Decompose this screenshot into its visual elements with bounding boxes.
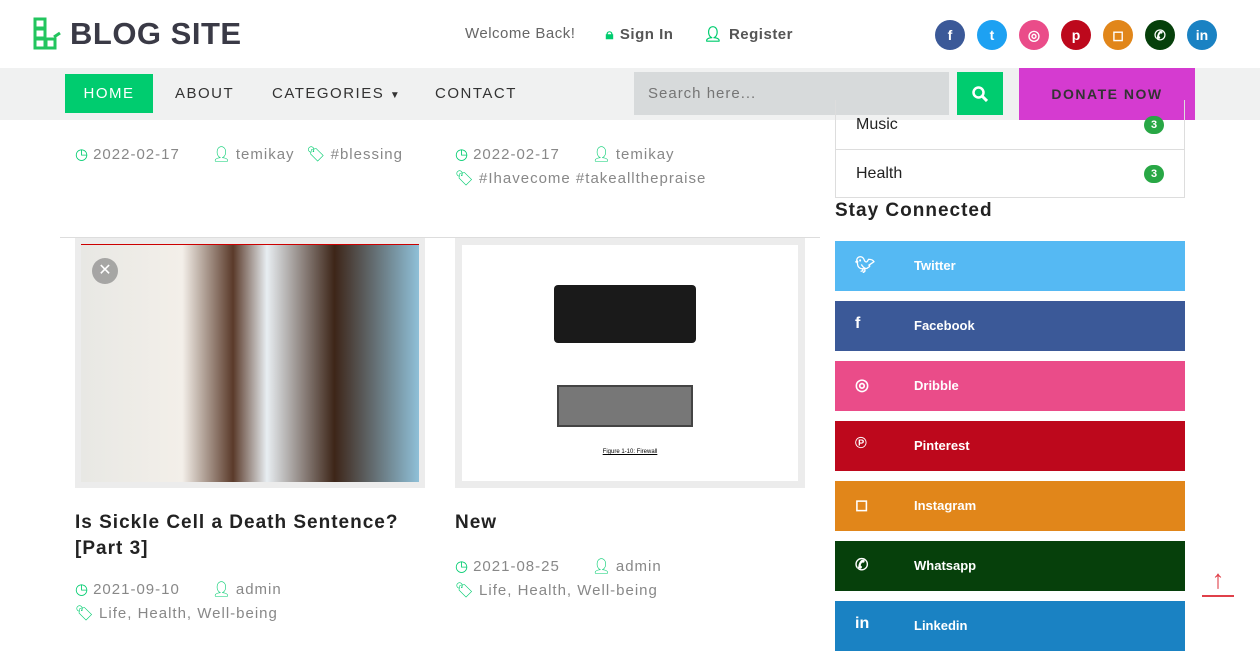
post-tags[interactable]: #blessing (331, 146, 403, 163)
connect-label: Linkedin (914, 618, 968, 633)
dribbble-icon[interactable]: ◎ (1019, 20, 1049, 50)
facebook-icon[interactable]: f (935, 20, 965, 50)
post-tags[interactable]: Life, Health, Well-being (479, 582, 658, 599)
connect-twitter[interactable]: 🐦︎ Twitter (835, 241, 1185, 291)
post-date: 2022-02-17 (473, 145, 560, 163)
clock-icon: ◷ (455, 146, 470, 163)
nav-contact[interactable]: CONTACT (435, 74, 517, 113)
user-icon: 👤︎ (591, 146, 612, 163)
user-icon: 👤︎ (211, 146, 232, 163)
post-author[interactable]: temikay (616, 146, 675, 163)
top-header: BLOG SITE Welcome Back! 🔒︎ Sign In 👤︎ Regi… (0, 0, 1260, 68)
post-author[interactable]: admin (616, 558, 662, 575)
tag-icon: 🏷︎ (306, 146, 327, 163)
arrow-up-icon: ↑ (1211, 564, 1225, 594)
category-music[interactable]: Music (856, 116, 898, 134)
register-link[interactable]: 👤︎ Register (703, 25, 793, 44)
tag-icon: 🏷︎ (455, 582, 476, 599)
connect-facebook[interactable]: f Facebook (835, 301, 1185, 351)
back-to-top-button[interactable]: ↑ (1202, 565, 1234, 597)
connect-whatsapp[interactable]: ✆ Whatsapp (835, 541, 1185, 591)
instagram-icon: ◻ (855, 497, 869, 514)
sign-in-label: Sign In (619, 25, 674, 43)
category-list: Music 3 Health 3 (835, 100, 1185, 198)
post-image[interactable]: Figure 1-10: Firewall (455, 238, 805, 488)
connect-label: Twitter (914, 258, 956, 273)
post-author[interactable]: temikay (236, 146, 295, 163)
post-tags[interactable]: Life, Health, Well-being (99, 605, 278, 622)
lock-icon: 🔒︎ (605, 25, 614, 43)
whatsapp-icon[interactable]: ✆ (1145, 20, 1175, 50)
connect-label: Facebook (914, 318, 975, 333)
connect-linkedin[interactable]: in Linkedin (835, 601, 1185, 651)
user-icon: 👤︎ (211, 581, 232, 598)
connect-label: Dribble (914, 378, 959, 393)
dribble-icon: ◎ (855, 377, 869, 394)
logo[interactable]: BLOG SITE (32, 16, 242, 52)
post-title[interactable]: Is Sickle Cell a Death Sentence? [Part 3… (75, 510, 425, 562)
linkedin-icon[interactable]: in (1187, 20, 1217, 50)
whatsapp-icon: ✆ (855, 557, 869, 574)
caret-down-icon: ▼ (389, 90, 402, 101)
connect-instagram[interactable]: ◻ Instagram (835, 481, 1185, 531)
post-title[interactable]: New (455, 510, 497, 536)
post-tags[interactable]: #Ihavecome #takeallthepraise (479, 170, 706, 187)
connect-dribble[interactable]: ◎ Dribble (835, 361, 1185, 411)
twitter-icon[interactable]: t (977, 20, 1007, 50)
user-icon: 👤︎ (591, 558, 612, 575)
facebook-icon: f (855, 315, 861, 332)
nav-home[interactable]: HOME (65, 74, 153, 113)
close-icon[interactable]: ✕ (92, 258, 118, 284)
pinterest-icon[interactable]: p (1061, 20, 1091, 50)
image-caption: Figure 1-10: Firewall (602, 449, 658, 455)
count-badge: 3 (1144, 116, 1164, 134)
twitter-icon: 🐦︎ (855, 257, 876, 274)
clock-icon: ◷ (75, 146, 90, 163)
post-date: 2021-09-10 (93, 580, 180, 598)
stay-connected-title: Stay Connected (835, 200, 993, 221)
sign-in-link[interactable]: 🔒︎ Sign In (605, 25, 673, 43)
pinterest-icon: ℗ (855, 435, 867, 452)
instagram-icon[interactable]: ◻ (1103, 20, 1133, 50)
post-author[interactable]: admin (236, 581, 282, 598)
count-badge: 3 (1144, 165, 1164, 183)
post-image[interactable]: ✕ (75, 238, 425, 488)
nav-about[interactable]: ABOUT (175, 74, 234, 113)
connect-label: Pinterest (914, 438, 970, 453)
register-label: Register (728, 25, 793, 43)
clock-icon: ◷ (75, 581, 90, 598)
logo-icon (33, 17, 61, 50)
user-icon: 👤︎ (703, 26, 723, 43)
category-health[interactable]: Health (856, 165, 902, 183)
post-date: 2021-08-25 (473, 557, 560, 575)
welcome-text: Welcome Back! (465, 25, 576, 42)
connect-pinterest[interactable]: ℗ Pinterest (835, 421, 1185, 471)
logo-text: BLOG SITE (70, 16, 242, 51)
nav-categories-label: CATEGORIES (272, 85, 385, 102)
tag-icon: 🏷︎ (455, 170, 476, 187)
linkedin-icon: in (855, 615, 870, 632)
tag-icon: 🏷︎ (75, 605, 96, 622)
connect-label: Whatsapp (914, 558, 977, 573)
social-icons: f t ◎ p ◻ ✆ in (935, 20, 1217, 50)
nav-categories[interactable]: CATEGORIES ▼ (272, 74, 401, 113)
connect-label: Instagram (914, 498, 977, 513)
post-date: 2022-02-17 (93, 145, 180, 163)
clock-icon: ◷ (455, 558, 470, 575)
